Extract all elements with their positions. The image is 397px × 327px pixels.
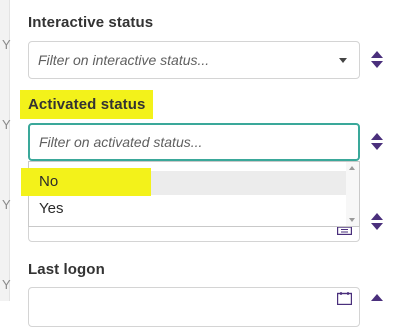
activated-status-label: Activated status — [28, 96, 146, 113]
truncated-text: Y — [2, 197, 11, 212]
sort-down-icon[interactable] — [371, 143, 383, 150]
sort-up-icon[interactable] — [371, 51, 383, 58]
date-sort-icon[interactable] — [371, 213, 383, 231]
last-logon-label: Last logon — [28, 261, 105, 278]
chevron-down-icon[interactable] — [339, 58, 347, 63]
last-logon-sort-icon[interactable] — [371, 294, 383, 312]
sort-up-icon[interactable] — [371, 133, 383, 140]
scroll-down-icon[interactable] — [349, 218, 355, 222]
interactive-status-label: Interactive status — [28, 14, 154, 31]
interactive-status-select[interactable]: Filter on interactive status... — [28, 41, 360, 79]
truncated-text: Y — [2, 37, 11, 52]
option-no-label[interactable]: No — [39, 173, 58, 190]
truncated-text: Y — [2, 117, 11, 132]
sort-up-icon[interactable] — [371, 294, 383, 301]
truncated-text: Y — [2, 277, 11, 292]
sort-up-icon[interactable] — [371, 213, 383, 220]
interactive-status-sort-icon[interactable] — [371, 51, 383, 69]
sort-down-icon[interactable] — [371, 61, 383, 68]
activated-status-input[interactable]: Filter on activated status... — [28, 123, 360, 161]
activated-status-sort-icon[interactable] — [371, 133, 383, 151]
dropdown-scrollbar[interactable] — [346, 162, 359, 226]
activated-status-placeholder: Filter on activated status... — [39, 134, 203, 150]
calendar-icon[interactable] — [337, 292, 352, 305]
scroll-up-icon[interactable] — [349, 166, 355, 170]
last-logon-field[interactable] — [28, 287, 360, 327]
option-yes[interactable]: Yes — [29, 197, 347, 221]
sort-down-icon[interactable] — [371, 223, 383, 230]
interactive-status-placeholder: Filter on interactive status... — [38, 52, 210, 68]
